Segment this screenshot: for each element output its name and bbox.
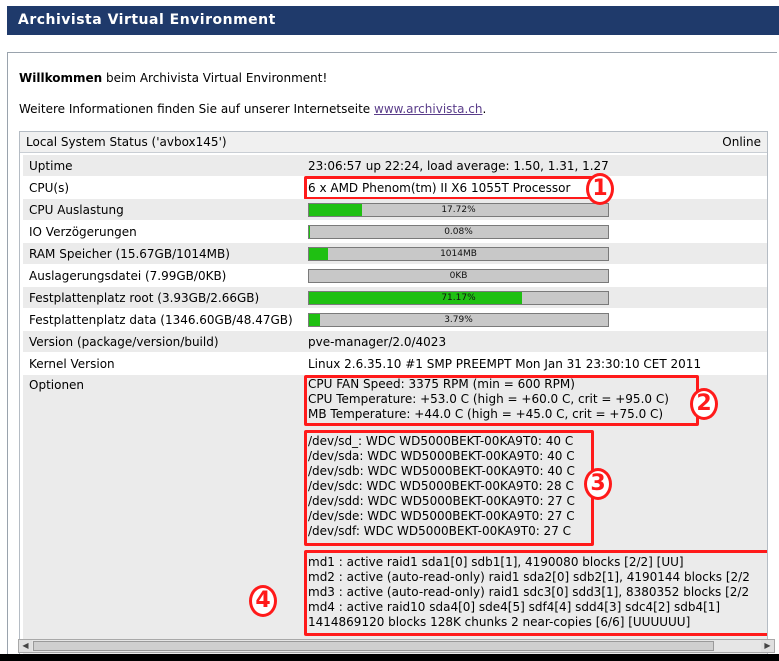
more-info-text: Weitere Informationen finden Sie auf uns…	[19, 102, 486, 116]
highlight-box-disks	[304, 430, 594, 546]
status-row-value: pve-manager/2.0/4023	[308, 335, 447, 349]
status-header: Local System Status ('avbox145') Online	[20, 132, 767, 153]
usage-bar: 71.17%	[308, 291, 609, 305]
welcome-text: Willkommen beim Archivista Virtual Envir…	[19, 71, 327, 85]
scroll-right-icon[interactable]: ▶	[761, 640, 774, 652]
highlight-box-raid	[304, 550, 767, 636]
status-row: IO Verzögerungen 0.08%	[23, 221, 767, 243]
status-row: CPU Auslastung 17.72%	[23, 199, 767, 221]
usage-bar: 17.72%	[308, 203, 609, 217]
usage-bar-text: 71.17%	[441, 293, 476, 303]
system-status-box: Local System Status ('avbox145') Online …	[19, 131, 768, 661]
more-info-period: .	[482, 102, 487, 116]
status-row-label: RAM Speicher (15.67GB/1014MB)	[29, 247, 230, 261]
highlight-box-cpu	[304, 176, 608, 200]
annotation-1-icon: 1	[586, 173, 614, 205]
status-row-label: Version (package/version/build)	[29, 335, 219, 349]
scroll-left-icon[interactable]: ◀	[19, 640, 32, 652]
status-row-label: Kernel Version	[29, 357, 115, 371]
app-title: Archivista Virtual Environment	[18, 12, 276, 28]
status-row: Festplattenplatz root (3.93GB/2.66GB) 71.…	[23, 287, 767, 309]
scroll-thumb[interactable]	[33, 641, 714, 651]
usage-bar-text: 17.72%	[441, 205, 476, 215]
status-row: Kernel Version Linux 2.6.35.10 #1 SMP PRE…	[23, 353, 767, 375]
status-row-value: 23:06:57 up 22:24, load average: 1.50, 1…	[308, 159, 609, 173]
status-row-label: Uptime	[29, 159, 73, 173]
usage-bar: 3.79%	[308, 313, 609, 327]
status-row: Auslagerungsdatei (7.99GB/0KB) 0KB	[23, 265, 767, 287]
welcome-rest: beim Archivista Virtual Environment!	[102, 71, 328, 85]
annotation-2-icon: 2	[690, 388, 718, 420]
bottom-edge	[0, 654, 779, 661]
status-row-label: Festplattenplatz data (1346.60GB/48.47GB…	[29, 313, 293, 327]
usage-bar: 1014MB	[308, 247, 609, 261]
status-row: Version (package/version/build) pve-manag…	[23, 331, 767, 353]
status-row-label: Festplattenplatz root (3.93GB/2.66GB)	[29, 291, 260, 305]
annotation-3-icon: 3	[584, 468, 612, 500]
usage-bar: 0KB	[308, 269, 609, 283]
status-rows: Uptime 23:06:57 up 22:24, load average: 1…	[23, 155, 767, 660]
options-row: Optionen CPU FAN Speed: 3375 RPM (min = 6…	[23, 375, 767, 660]
status-row-label: CPU Auslastung	[29, 203, 124, 217]
options-label: Optionen	[29, 378, 85, 392]
highlight-box-sensors	[304, 375, 699, 426]
content-panel: Willkommen beim Archivista Virtual Envir…	[7, 52, 777, 661]
status-title: Local System Status ('avbox145')	[26, 135, 227, 149]
status-row: Festplattenplatz data (1346.60GB/48.47GB…	[23, 309, 767, 331]
status-row-label: Auslagerungsdatei (7.99GB/0KB)	[29, 269, 227, 283]
status-row-label: CPU(s)	[29, 181, 70, 195]
status-state: Online	[722, 135, 761, 149]
usage-bar-text: 1014MB	[440, 249, 477, 259]
status-row: CPU(s) 6 x AMD Phenom(tm) II X6 1055T Pro…	[23, 176, 767, 200]
website-link[interactable]: www.archivista.ch	[374, 102, 482, 116]
usage-bar-text: 0KB	[449, 271, 468, 281]
annotation-4-icon: 4	[249, 585, 277, 617]
usage-bar-text: 0.08%	[444, 227, 473, 237]
status-row-value: Linux 2.6.35.10 #1 SMP PREEMPT Mon Jan 3…	[308, 357, 702, 371]
status-row: RAM Speicher (15.67GB/1014MB) 1014MB	[23, 243, 767, 265]
usage-bar: 0.08%	[308, 225, 609, 239]
status-row-label: IO Verzögerungen	[29, 225, 137, 239]
app-header: Archivista Virtual Environment	[7, 6, 779, 35]
usage-bar-text: 3.79%	[444, 315, 473, 325]
more-info-lead: Weitere Informationen finden Sie auf uns…	[19, 102, 374, 116]
status-row: Uptime 23:06:57 up 22:24, load average: 1…	[23, 155, 767, 177]
welcome-bold: Willkommen	[19, 71, 103, 85]
horizontal-scrollbar[interactable]: ◀ ▶	[18, 639, 775, 653]
